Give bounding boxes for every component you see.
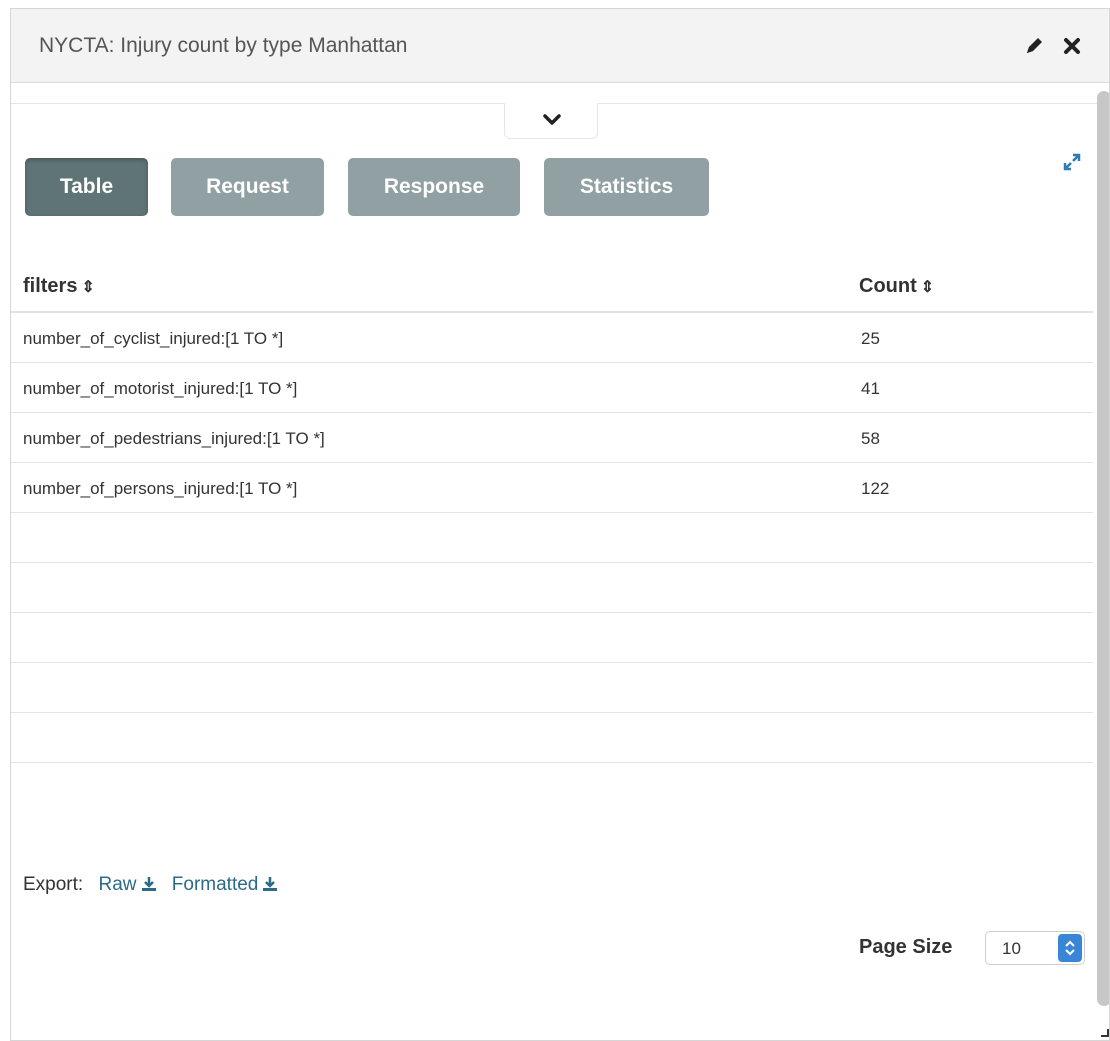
filter-cell: number_of_motorist_injured:[1 TO *] (23, 379, 298, 398)
tab-statistics[interactable]: Statistics (544, 158, 709, 216)
expand-icon[interactable] (1062, 152, 1082, 172)
results-table: filters ⇕ Count ⇕ number_of_cyclist_injure… (11, 257, 1093, 763)
download-icon (263, 877, 278, 891)
pencil-icon[interactable] (1023, 35, 1045, 57)
empty-row (11, 613, 1093, 663)
table-row: number_of_motorist_injured:[1 TO *] 41 (11, 363, 1093, 413)
filter-cell: number_of_cyclist_injured:[1 TO *] (23, 329, 284, 348)
count-cell: 25 (861, 329, 880, 348)
tab-response[interactable]: Response (348, 158, 520, 216)
empty-row (11, 663, 1093, 713)
panel: NYCTA: Injury count by type Manhattan Ta… (10, 8, 1110, 1041)
table-header: filters ⇕ Count ⇕ (11, 257, 1093, 313)
count-cell: 122 (861, 479, 890, 498)
table-row: number_of_persons_injured:[1 TO *] 122 (11, 463, 1093, 513)
chevron-down-icon (543, 114, 561, 125)
export-raw-link[interactable]: Raw (98, 874, 156, 895)
empty-row (11, 563, 1093, 613)
collapse-toggle[interactable] (504, 103, 598, 139)
export-formatted-link[interactable]: Formatted (172, 874, 279, 895)
page-size-value: 10 (1002, 939, 1021, 958)
table-row: number_of_cyclist_injured:[1 TO *] 25 (11, 313, 1093, 363)
select-stepper-button[interactable] (1058, 934, 1082, 962)
table-row: number_of_pedestrians_injured:[1 TO *] 5… (11, 413, 1093, 463)
filter-cell: number_of_persons_injured:[1 TO *] (23, 479, 298, 498)
count-cell: 41 (861, 379, 880, 398)
empty-row (11, 713, 1093, 763)
empty-row (11, 513, 1093, 563)
column-header-count[interactable]: Count ⇕ (859, 275, 934, 298)
column-header-filters[interactable]: filters ⇕ (23, 275, 95, 298)
tab-request[interactable]: Request (171, 158, 324, 216)
sort-icon: ⇕ (920, 279, 935, 296)
updown-chevron-icon (1065, 940, 1075, 956)
export-label: Export: (23, 874, 84, 895)
page-size-select[interactable]: 10 (985, 931, 1085, 965)
scrollbar[interactable] (1097, 91, 1109, 1006)
export-bar: Export: Raw Formatted (23, 874, 278, 896)
panel-header: NYCTA: Injury count by type Manhattan (11, 9, 1109, 83)
panel-title: NYCTA: Injury count by type Manhattan (39, 34, 408, 57)
page-size-label: Page Size (859, 936, 953, 958)
count-cell: 58 (861, 429, 880, 448)
export-formatted-label: Formatted (171, 874, 259, 895)
sort-icon: ⇕ (81, 279, 95, 296)
tab-table[interactable]: Table (25, 158, 148, 216)
download-icon (141, 877, 156, 891)
column-header-count-label: Count (859, 275, 917, 297)
resize-handle-icon[interactable] (1099, 1027, 1110, 1039)
filter-cell: number_of_pedestrians_injured:[1 TO *] (23, 429, 325, 448)
close-icon[interactable] (1061, 35, 1083, 57)
export-raw-label: Raw (98, 874, 137, 895)
column-header-filters-label: filters (23, 275, 78, 297)
